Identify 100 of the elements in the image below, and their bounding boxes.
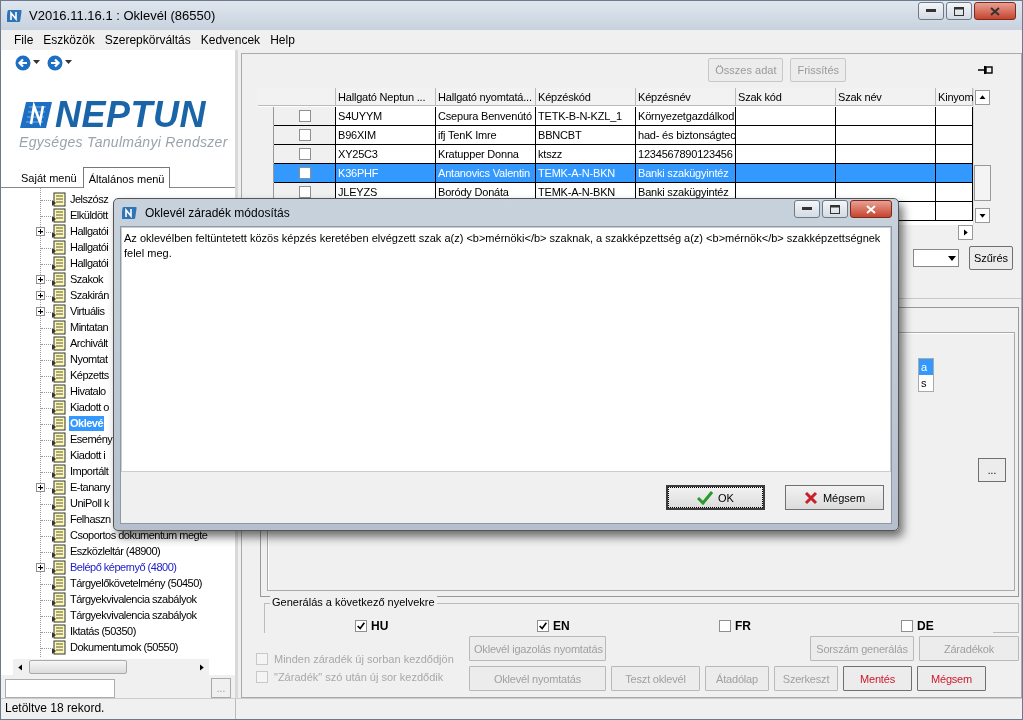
ok-button[interactable]: OK <box>666 485 765 510</box>
checkbox-label: "Záradék" szó után új sor kezdődik <box>274 671 444 683</box>
checkbox[interactable] <box>298 186 311 198</box>
expand-icon[interactable] <box>36 482 45 492</box>
expand-icon[interactable] <box>36 290 45 300</box>
tree-item[interactable]: Eszközleltár (48900) <box>69 544 162 560</box>
scrollbar-thumb[interactable] <box>974 165 991 201</box>
tree-item[interactable]: Felhaszn <box>69 512 112 528</box>
checkbox[interactable] <box>537 620 549 632</box>
tree-item[interactable]: Archivált <box>69 336 109 352</box>
maximize-icon <box>954 6 964 16</box>
tree-item[interactable]: Nyomtat <box>69 352 109 368</box>
tree-item[interactable]: Tárgyekvivalencia szabályok <box>69 608 198 624</box>
checkbox-label: DE <box>917 619 934 633</box>
scroll-right-icon[interactable] <box>197 662 206 672</box>
tree-item[interactable]: Dokumentumok (50550) <box>69 640 179 656</box>
close-button[interactable] <box>974 2 1016 20</box>
cancel-button[interactable]: Mégsem <box>785 485 884 510</box>
tree-item[interactable]: Tárgyelőkövetelmény (50450) <box>69 576 204 592</box>
table-cell: Környezetgazdálkod <box>636 107 736 126</box>
maximize-button[interactable] <box>822 200 848 218</box>
expand-icon[interactable] <box>36 274 45 284</box>
column-header[interactable]: Hallgató nyomtatá... <box>436 88 536 106</box>
dropdown-icon[interactable] <box>65 60 72 66</box>
tree-item[interactable]: Hivatalo <box>69 384 107 400</box>
menu-item[interactable]: Kedvencek <box>195 33 266 47</box>
column-header[interactable]: Kinyom <box>936 88 973 106</box>
document-icon <box>51 191 67 208</box>
vertical-scrollbar[interactable] <box>973 88 991 225</box>
column-header[interactable]: Hallgató Neptun ... <box>336 88 436 106</box>
minimize-button[interactable] <box>918 2 944 20</box>
column-header[interactable]: Szak név <box>836 88 936 106</box>
checkbox[interactable] <box>719 620 731 632</box>
minimize-button[interactable] <box>794 200 820 218</box>
scroll-down-icon[interactable] <box>978 211 987 220</box>
menu-item[interactable]: File <box>9 33 39 47</box>
checkbox[interactable] <box>298 129 311 141</box>
pin-icon[interactable] <box>977 63 993 77</box>
tree-item[interactable]: Szakok <box>69 272 105 288</box>
document-icon <box>51 559 67 576</box>
checkbox[interactable] <box>298 148 311 160</box>
expand-icon[interactable] <box>36 562 45 572</box>
menu-item[interactable]: Eszközök <box>38 33 100 47</box>
dropdown-icon[interactable] <box>33 60 40 66</box>
tree-item[interactable]: Importált <box>69 464 110 480</box>
tree-item[interactable]: Iktatás (50350) <box>69 624 137 640</box>
action-button[interactable]: Mentés <box>843 666 912 691</box>
filter-dropdown[interactable] <box>913 249 959 267</box>
tree-item[interactable]: Hallgatói <box>69 224 110 240</box>
tree-item[interactable]: Jelszósz <box>69 192 110 208</box>
document-icon <box>51 639 67 656</box>
column-header[interactable]: Képzésnév <box>636 88 736 106</box>
checkbox[interactable] <box>355 620 367 632</box>
checkbox[interactable] <box>901 620 913 632</box>
table-cell: ifj TenK Imre <box>436 126 536 145</box>
tree-item[interactable]: UniPoll k <box>69 496 110 512</box>
tree-item[interactable]: Esemény <box>69 432 114 448</box>
search-field[interactable] <box>5 678 115 698</box>
sidebar-tab[interactable]: Általános menü <box>82 166 171 188</box>
action-button[interactable]: Mégsem <box>917 666 986 691</box>
scroll-right-icon[interactable] <box>961 228 970 237</box>
list-item[interactable]: s <box>919 375 933 391</box>
column-header[interactable]: Szak kód <box>736 88 836 106</box>
forward-icon[interactable] <box>47 55 63 71</box>
tree-item[interactable]: Csoportos dokumentum megte <box>69 528 209 544</box>
scrollbar-thumb[interactable] <box>29 660 127 674</box>
expand-icon[interactable] <box>36 226 45 236</box>
back-icon[interactable] <box>15 55 31 71</box>
filter-button[interactable]: Szűrés <box>969 246 1013 270</box>
maximize-button[interactable] <box>946 2 972 20</box>
tree-item[interactable]: Elküldött <box>69 208 109 224</box>
horizontal-scrollbar[interactable] <box>13 659 209 675</box>
menu-item[interactable]: Szerepkörváltás <box>99 33 196 47</box>
expand-icon[interactable] <box>36 306 45 316</box>
close-button[interactable] <box>850 200 892 218</box>
checkbox[interactable] <box>298 110 311 122</box>
browse-button[interactable]: ... <box>978 458 1006 482</box>
dropdown-icon[interactable] <box>948 255 956 261</box>
tree-item[interactable]: Tárgyekvivalencia szabályok <box>69 592 198 608</box>
tree-item[interactable]: Kiadott o <box>69 400 110 416</box>
text-field[interactable]: Az oklevélben feltüntetett közös képzés keretében elvégzett szak a(z) <b>mérnöki</b> szaknak, a szakképzettség a(z) <b>mérnök</b> szakképzettségnek felel meg. <box>121 227 891 472</box>
checkbox[interactable] <box>298 167 311 179</box>
tree-item[interactable]: Kiadott i <box>69 448 107 464</box>
tree-item[interactable]: Képzetts <box>69 368 110 384</box>
tree-item[interactable]: Szakirán <box>69 288 110 304</box>
table-row[interactable]: S4UYYM Csepura Benvenútó TETK-B-N-KZL_1 Környezetgazdálkod <box>258 107 973 126</box>
document-icon <box>51 319 67 336</box>
list-box[interactable]: a s <box>918 358 934 392</box>
scroll-up-icon[interactable] <box>978 93 987 102</box>
checkbox-label: HU <box>371 619 389 633</box>
tree-item[interactable]: Belépő képernyő (4800) <box>69 560 178 576</box>
tree-item[interactable]: Hallgatói <box>69 256 110 272</box>
tree-item[interactable]: E-tanany <box>69 480 112 496</box>
menu-item[interactable]: Help <box>265 33 300 47</box>
scroll-left-icon[interactable] <box>16 662 25 672</box>
tree-item[interactable]: Virtuális <box>69 304 106 320</box>
column-header[interactable]: Képzéskód <box>536 88 636 106</box>
tree-item[interactable]: Mintatan <box>69 320 110 336</box>
table-row[interactable]: B96XIM ifj TenK Imre BBNCBT had- és biztonságtec <box>258 126 973 145</box>
tree-item[interactable]: Hallgatói <box>69 240 110 256</box>
